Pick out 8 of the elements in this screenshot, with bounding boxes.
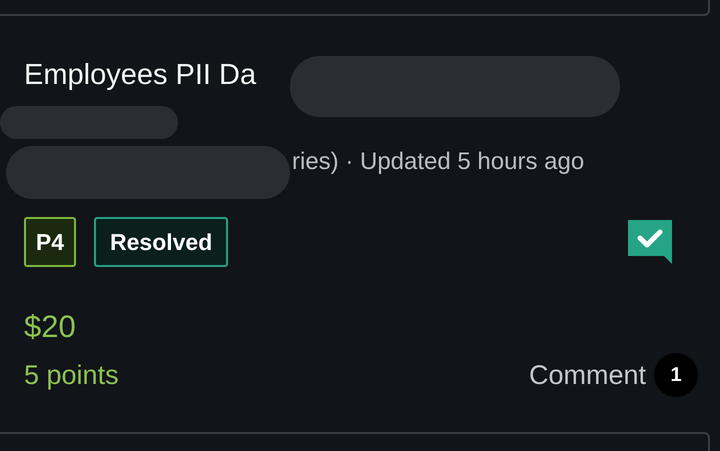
report-title: Employees PII Da: [24, 58, 256, 92]
status-badge: Resolved: [94, 217, 228, 267]
comment-link[interactable]: Comment: [528, 360, 646, 390]
comment-count: 1: [654, 353, 698, 397]
priority-badge: P4: [24, 217, 76, 267]
report-meta: ries) · Updated 5 hours ago: [292, 147, 584, 177]
bounty-amount: $20: [24, 309, 77, 345]
points-label: 5 points: [24, 360, 119, 390]
